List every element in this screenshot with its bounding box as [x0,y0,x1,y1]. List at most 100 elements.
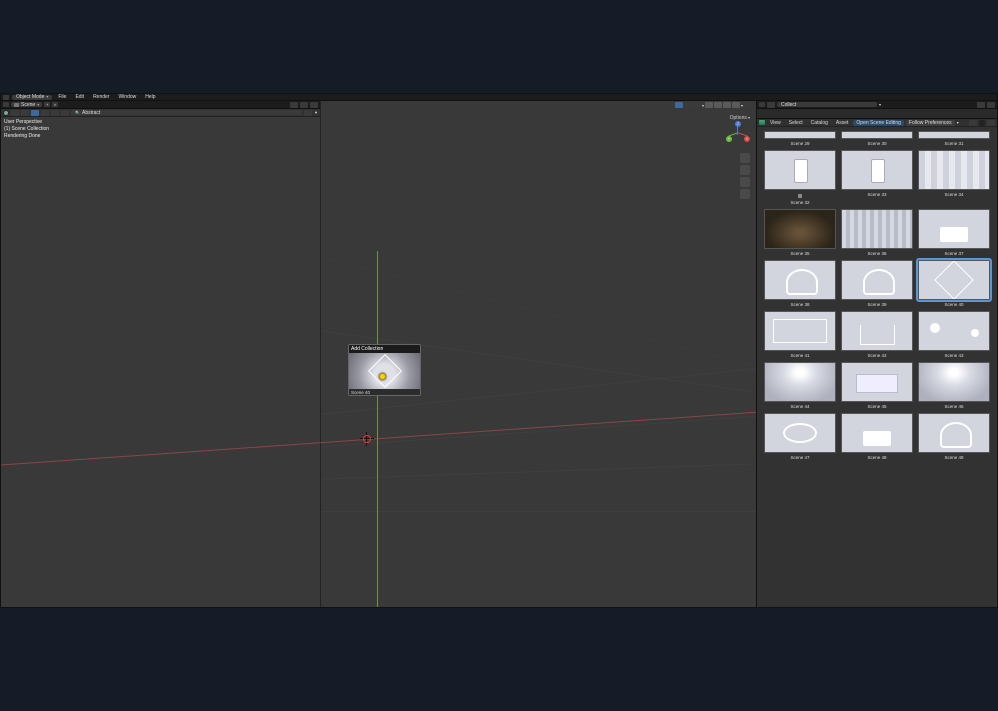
asset-thumbnail [841,260,913,300]
chevron-down-icon[interactable]: ▾ [957,120,959,125]
asset-item[interactable]: Scene 35 [763,209,837,257]
asset-thumbnail [841,131,913,139]
ab-search-input[interactable] [979,120,985,126]
asset-label: Scene 35 [790,251,809,257]
asset-thumbnail [841,150,913,190]
asset-label: Scene 46 [944,404,963,410]
asset-label: Scene 29 [790,141,809,147]
asset-item[interactable]: Scene 49 [917,413,991,461]
asset-item[interactable]: Scene 30 [840,131,914,147]
asset-item[interactable]: Scene 33 [840,150,914,206]
asset-thumbnail [764,131,836,139]
asset-thumbnail [918,413,990,453]
asset-item[interactable]: Scene 41 [763,311,837,359]
asset-item[interactable]: Scene 42 [840,311,914,359]
menu-render[interactable]: Render [90,94,112,100]
asset-thumbnail [764,260,836,300]
menu-help[interactable]: Help [142,94,158,100]
asset-item[interactable]: Scene 45 [840,362,914,410]
asset-thumbnail [841,413,913,453]
asset-label: Scene 37 [944,251,963,257]
app-window: Object Mode File Edit Render Window Help… [0,93,998,608]
mode-label: Object Mode [16,94,44,100]
menu-edit[interactable]: Edit [72,94,87,100]
blender-logo-icon [3,95,9,100]
drag-preview-title: Add Collection [349,345,420,353]
editor-type-icon[interactable] [759,102,765,107]
asset-label: Scene 40 [944,302,963,308]
asset-label: Scene 39 [867,302,886,308]
asset-thumbnail [918,311,990,351]
left-pane: Scene + × [1,101,757,607]
asset-grid-scroll[interactable]: Scene 29 Scene 30 Scene 31 Scene 32 Scene 33… [757,127,997,607]
asset-item[interactable]: Scene 36 [840,209,914,257]
asset-thumbnail [918,362,990,402]
outliner-header: Collect ▾ [757,101,997,109]
asset-browser-header: View Select Catalog Asset Open Scene Edi… [757,119,997,127]
drag-preview-thumbnail [349,353,420,389]
collection-field[interactable]: Collect [777,102,877,107]
main-menu-bar: Object Mode File Edit Render Window Help [1,94,997,101]
asset-label: Scene 48 [867,455,886,461]
asset-label: Scene 45 [867,404,886,410]
display-mode-icon[interactable] [767,102,775,108]
asset-label: Scene 33 [867,192,886,198]
asset-thumbnail [764,150,836,190]
axis-y-world [377,251,378,607]
menu-file[interactable]: File [55,94,69,100]
ab-menu-view[interactable]: View [767,120,784,126]
filter-icon[interactable] [987,102,995,108]
asset-label: Scene 30 [867,141,886,147]
asset-item[interactable]: Scene 47 [763,413,837,461]
asset-thumbnail [918,150,990,190]
asset-thumbnail [764,311,836,351]
asset-badge-icon [798,194,802,198]
asset-label: Scene 49 [944,455,963,461]
asset-thumbnail [764,209,836,249]
asset-label: Scene 43 [944,353,963,359]
asset-browser-icon[interactable] [759,120,765,125]
asset-thumbnail [918,209,990,249]
asset-item[interactable]: Scene 34 [917,150,991,206]
asset-item[interactable]: Scene 43 [917,311,991,359]
asset-grid: Scene 29 Scene 30 Scene 31 Scene 32 Scene 33… [757,127,997,465]
asset-item[interactable]: Scene 29 [763,131,837,147]
3d-cursor-icon [363,435,371,443]
asset-item[interactable]: Scene 38 [763,260,837,308]
asset-label: Scene 31 [944,141,963,147]
ab-tab-follow-prefs[interactable]: Follow Preferences [906,120,955,126]
asset-item[interactable]: Scene 46 [917,362,991,410]
menu-window[interactable]: Window [115,94,139,100]
asset-thumbnail [764,362,836,402]
ab-tab-open-scene[interactable]: Open Scene Editing [853,120,903,126]
asset-item[interactable]: Scene 31 [917,131,991,147]
asset-item[interactable]: Scene 44 [763,362,837,410]
asset-label: Scene 42 [867,353,886,359]
ab-filter-icon[interactable] [969,120,977,126]
asset-thumbnail [918,260,990,300]
chevron-down-icon[interactable]: ▾ [879,102,881,107]
asset-thumbnail [841,362,913,402]
asset-item[interactable]: Scene 40 [917,260,991,308]
asset-label: Scene 38 [790,302,809,308]
mode-select[interactable]: Object Mode [12,95,52,100]
asset-label: Scene 44 [790,404,809,410]
asset-item[interactable]: Scene 48 [840,413,914,461]
asset-item[interactable]: Scene 37 [917,209,991,257]
chevron-down-icon [46,94,48,100]
asset-item[interactable]: Scene 39 [840,260,914,308]
right-pane: Collect ▾ View Select Catalog Asset Open… [757,101,997,607]
asset-thumbnail [841,311,913,351]
ab-settings-icon[interactable] [987,120,995,126]
drag-preview-caption: Scene 40 [349,389,420,396]
collection-label: Collect [781,102,796,108]
asset-thumbnail [764,413,836,453]
ab-menu-catalog[interactable]: Catalog [808,120,831,126]
ab-menu-select[interactable]: Select [786,120,806,126]
ab-menu-asset[interactable]: Asset [833,120,852,126]
new-collection-button[interactable] [977,102,985,108]
asset-thumbnail [841,209,913,249]
outliner-body[interactable] [757,109,997,119]
asset-item[interactable]: Scene 32 [763,150,837,206]
mouse-cursor-icon [379,373,386,380]
